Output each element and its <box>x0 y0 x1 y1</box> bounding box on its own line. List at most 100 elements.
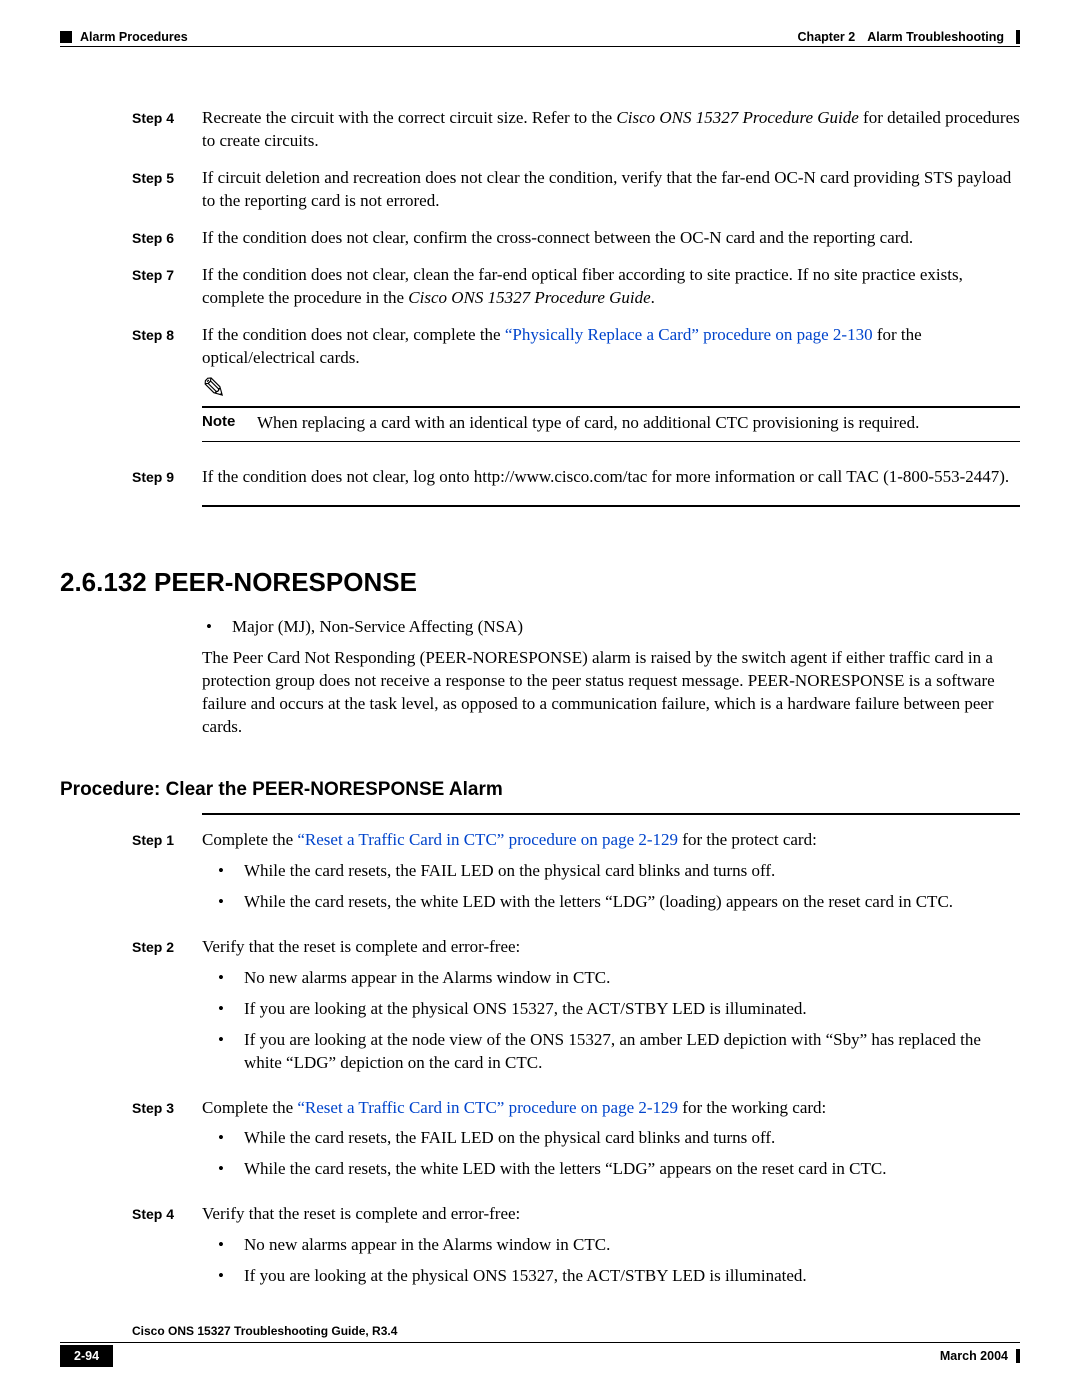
bullet-text: While the card resets, the FAIL LED on t… <box>244 1127 775 1150</box>
footer-date: March 2004 <box>940 1349 1020 1363</box>
sub-bullets: •While the card resets, the FAIL LED on … <box>202 860 1020 914</box>
header-chapter-label: Chapter 2 <box>798 30 856 44</box>
bullet-icon: • <box>214 891 244 914</box>
step-label: Step 5 <box>132 167 202 213</box>
header-right: Chapter 2 Alarm Troubleshooting <box>798 30 1020 44</box>
procedure-top-rule <box>202 813 1020 815</box>
bullet-text: If you are looking at the physical ONS 1… <box>244 1265 807 1288</box>
footer-rule <box>60 1342 1020 1343</box>
bullet-text: No new alarms appear in the Alarms windo… <box>244 967 610 990</box>
step-3: Step 3 Complete the “Reset a Traffic Car… <box>132 1097 1020 1190</box>
note-row: Note When replacing a card with an ident… <box>202 412 1020 435</box>
note-bottom-rule <box>202 441 1020 442</box>
text: for the working card: <box>678 1098 826 1117</box>
cross-ref-link[interactable]: “Reset a Traffic Card in CTC” procedure … <box>297 830 678 849</box>
bullet-text: If you are looking at the node view of t… <box>244 1029 1020 1075</box>
bullet-icon: • <box>214 860 244 883</box>
footer-date-text: March 2004 <box>940 1349 1008 1363</box>
bar-icon <box>1016 30 1020 44</box>
bullet-item: •If you are looking at the physical ONS … <box>214 1265 1020 1288</box>
step-label: Step 1 <box>132 829 202 922</box>
steps-block-a: Step 4 Recreate the circuit with the cor… <box>132 107 1020 489</box>
section-body: • Major (MJ), Non-Service Affecting (NSA… <box>202 616 1020 739</box>
running-header: Alarm Procedures Chapter 2 Alarm Trouble… <box>60 30 1020 44</box>
bullet-item: •While the card resets, the white LED wi… <box>214 891 1020 914</box>
step-label: Step 6 <box>132 227 202 250</box>
step-label: Step 2 <box>132 936 202 1083</box>
footer-doc-title: Cisco ONS 15327 Troubleshooting Guide, R… <box>132 1324 1020 1338</box>
step-6: Step 6 If the condition does not clear, … <box>132 227 1020 250</box>
text: If the condition does not clear, complet… <box>202 325 505 344</box>
bullet-text: While the card resets, the white LED wit… <box>244 1158 886 1181</box>
step-4: Step 4 Recreate the circuit with the cor… <box>132 107 1020 153</box>
step-7: Step 7 If the condition does not clear, … <box>132 264 1020 310</box>
bullet-icon: • <box>214 1029 244 1075</box>
sub-bullets: •While the card resets, the FAIL LED on … <box>202 1127 1020 1181</box>
step-label: Step 9 <box>132 466 202 489</box>
bullet-item: •If you are looking at the node view of … <box>214 1029 1020 1075</box>
bullet-item: •While the card resets, the white LED wi… <box>214 1158 1020 1181</box>
header-chapter-title: Alarm Troubleshooting <box>867 30 1004 44</box>
header-left: Alarm Procedures <box>60 30 188 44</box>
text: Verify that the reset is complete and er… <box>202 1204 520 1223</box>
text: Verify that the reset is complete and er… <box>202 937 520 956</box>
step-body: If the condition does not clear, complet… <box>202 324 1020 453</box>
bullet-text: While the card resets, the white LED wit… <box>244 891 953 914</box>
step-body: Complete the “Reset a Traffic Card in CT… <box>202 829 1020 922</box>
header-rule <box>60 46 1020 47</box>
bullet-text: If you are looking at the physical ONS 1… <box>244 998 807 1021</box>
step-label: Step 3 <box>132 1097 202 1190</box>
sub-bullets: • No new alarms appear in the Alarms wind… <box>202 967 1020 1075</box>
bullet-icon: • <box>214 1127 244 1150</box>
text: for the protect card: <box>678 830 817 849</box>
bullet-item: •No new alarms appear in the Alarms wind… <box>214 1234 1020 1257</box>
step-8: Step 8 If the condition does not clear, … <box>132 324 1020 453</box>
bullet-icon: • <box>214 1265 244 1288</box>
step-body: If the condition does not clear, log ont… <box>202 466 1020 489</box>
footer-bottom-row: 2-94 March 2004 <box>60 1345 1020 1367</box>
section-paragraph: The Peer Card Not Responding (PEER-NORES… <box>202 647 1020 739</box>
bullet-item: •While the card resets, the FAIL LED on … <box>214 1127 1020 1150</box>
page-number: 2-94 <box>60 1345 113 1367</box>
bullet-item: •While the card resets, the FAIL LED on … <box>214 860 1020 883</box>
square-icon <box>60 31 72 43</box>
note-block: ✎ Note When replacing a card with an ide… <box>202 375 1020 442</box>
header-section-label: Alarm Procedures <box>80 30 188 44</box>
cross-ref-link[interactable]: “Reset a Traffic Card in CTC” procedure … <box>297 1098 678 1117</box>
bullet-icon: • <box>214 1158 244 1181</box>
step-body: Recreate the circuit with the correct ci… <box>202 107 1020 153</box>
bullet-text: Major (MJ), Non-Service Affecting (NSA) <box>232 616 523 639</box>
step-label: Step 4 <box>132 107 202 153</box>
step-2: Step 2 Verify that the reset is complete… <box>132 936 1020 1083</box>
step-body: Verify that the reset is complete and er… <box>202 936 1020 1083</box>
step-body: If circuit deletion and recreation does … <box>202 167 1020 213</box>
step-1: Step 1 Complete the “Reset a Traffic Car… <box>132 829 1020 922</box>
sub-bullets: •No new alarms appear in the Alarms wind… <box>202 1234 1020 1288</box>
note-top-rule <box>202 406 1020 408</box>
section-end-rule <box>202 505 1020 507</box>
procedure-heading: Procedure: Clear the PEER-NORESPONSE Ala… <box>60 779 1020 801</box>
bullet-icon: • <box>202 616 232 639</box>
step-label: Step 8 <box>132 324 202 453</box>
bullet-icon: • <box>214 1234 244 1257</box>
step-body: If the condition does not clear, confirm… <box>202 227 1020 250</box>
text: . <box>651 288 655 307</box>
step-5: Step 5 If circuit deletion and recreatio… <box>132 167 1020 213</box>
section-heading: 2.6.132 PEER-NORESPONSE <box>60 567 1020 598</box>
cross-ref-link[interactable]: “Physically Replace a Card” procedure on… <box>505 325 873 344</box>
text: Complete the <box>202 1098 297 1117</box>
bullet-text: No new alarms appear in the Alarms windo… <box>244 1234 610 1257</box>
running-footer: Cisco ONS 15327 Troubleshooting Guide, R… <box>60 1324 1020 1367</box>
italic-text: Cisco ONS 15327 Procedure Guide <box>616 108 858 127</box>
note-label: Note <box>202 412 257 435</box>
steps-block-b: Step 1 Complete the “Reset a Traffic Car… <box>132 829 1020 1296</box>
italic-text: Cisco ONS 15327 Procedure Guide <box>408 288 650 307</box>
note-text: When replacing a card with an identical … <box>257 412 1020 435</box>
page: Alarm Procedures Chapter 2 Alarm Trouble… <box>0 0 1080 1397</box>
step-4b: Step 4 Verify that the reset is complete… <box>132 1203 1020 1296</box>
step-label: Step 4 <box>132 1203 202 1296</box>
bullet-text: While the card resets, the FAIL LED on t… <box>244 860 775 883</box>
bar-icon <box>1016 1349 1020 1363</box>
text: Complete the <box>202 830 297 849</box>
step-label: Step 7 <box>132 264 202 310</box>
